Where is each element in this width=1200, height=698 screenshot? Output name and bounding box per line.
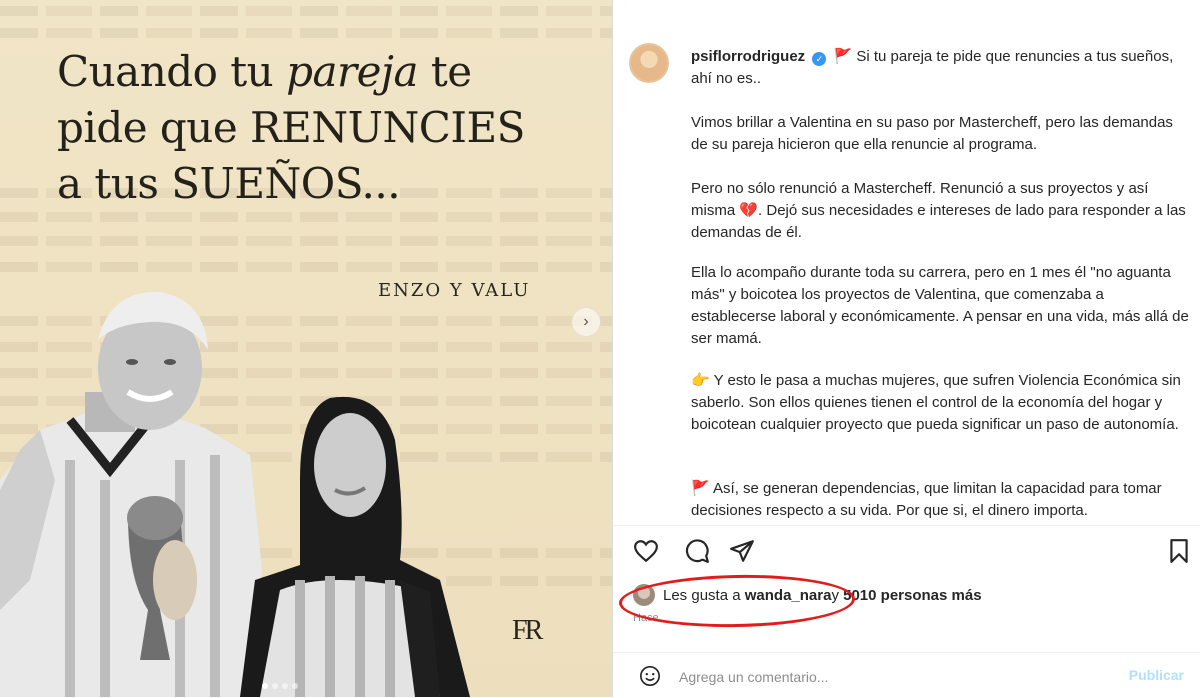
share-icon[interactable]	[729, 538, 755, 564]
red-flag-icon: 🚩	[833, 48, 853, 65]
headline-italic-word: pareja	[286, 47, 418, 96]
caption-text: Y esto le pasa a muchas mujeres, que suf…	[691, 372, 1181, 433]
caption-paragraph: Pero no sólo renunció a Mastercheff. Ren…	[691, 178, 1191, 244]
likes-connector: y	[831, 586, 839, 604]
headline-text: a tus SUEÑOS...	[57, 159, 401, 208]
carousel-dot	[292, 683, 298, 689]
pointing-hand-icon: 👉	[691, 372, 710, 389]
liker-avatar[interactable]	[633, 584, 655, 606]
post-panel: psiflorrodriguez ✓ 🚩 Si tu pareja te pid…	[613, 0, 1200, 697]
woman-figure	[240, 396, 470, 697]
man-figure	[0, 291, 262, 697]
verified-badge-icon: ✓	[812, 52, 827, 66]
author-avatar[interactable]	[629, 43, 669, 83]
background-text-line	[0, 6, 612, 16]
comment-input[interactable]	[677, 665, 1101, 689]
smiley-icon[interactable]	[639, 665, 661, 687]
carousel-dot	[282, 683, 288, 689]
likes-others-count[interactable]: 5010 personas más	[843, 587, 981, 604]
comment-icon[interactable]	[684, 538, 710, 564]
carousel-dot	[262, 683, 268, 689]
headline-text: Cuando tu	[57, 47, 287, 96]
post-actions-bar	[613, 525, 1200, 576]
caption-intro: psiflorrodriguez ✓ 🚩 Si tu pareja te pid…	[691, 46, 1181, 90]
author-username[interactable]: psiflorrodriguez	[691, 48, 805, 65]
headline-text: te	[418, 47, 472, 96]
background-text-line	[0, 212, 612, 222]
likes-summary: Les gusta a wanda_nara y 5010 personas m…	[633, 582, 982, 608]
caption-paragraph: Vimos brillar a Valentina en su paso por…	[691, 114, 1173, 153]
bookmark-icon[interactable]	[1166, 538, 1192, 564]
carousel-dots	[262, 683, 298, 689]
caption-scroll-area[interactable]: psiflorrodriguez ✓ 🚩 Si tu pareja te pid…	[613, 0, 1200, 525]
post-timestamp[interactable]: Hace	[633, 612, 659, 624]
red-flag-icon: 🚩	[691, 480, 710, 497]
background-text-line	[0, 28, 612, 38]
brand-monogram: FR	[512, 615, 543, 646]
caption-paragraph: Ella lo acompaño durante toda su carrera…	[691, 264, 1189, 347]
liker-username[interactable]: wanda_nara	[745, 587, 832, 604]
caption-paragraph: 🚩 Así, se generan dependencias, que limi…	[691, 478, 1191, 522]
caption-text: . Dejó sus necesidades e intereses de la…	[691, 202, 1186, 241]
couple-photo	[0, 291, 470, 697]
comment-bar: Publicar	[613, 652, 1200, 698]
background-text-line	[0, 236, 612, 246]
likes-prefix: Les gusta a	[663, 586, 741, 604]
background-text-line	[0, 262, 612, 272]
caption-text: Así, se generan dependencias, que limita…	[691, 480, 1162, 519]
broken-heart-icon: 💔	[739, 202, 759, 219]
carousel-next-button[interactable]: ›	[571, 307, 601, 337]
chevron-right-icon: ›	[583, 313, 589, 330]
post-image: Cuando tu pareja te pide que RENUNCIES a…	[0, 0, 612, 697]
heart-icon[interactable]	[633, 538, 659, 564]
publish-button[interactable]: Publicar	[1129, 667, 1184, 683]
caption-paragraph: 👉 Y esto le pasa a muchas mujeres, que s…	[691, 370, 1191, 436]
image-headline: Cuando tu pareja te pide que RENUNCIES a…	[57, 44, 577, 212]
carousel-dot	[272, 683, 278, 689]
headline-text: pide que RENUNCIES	[57, 103, 525, 152]
